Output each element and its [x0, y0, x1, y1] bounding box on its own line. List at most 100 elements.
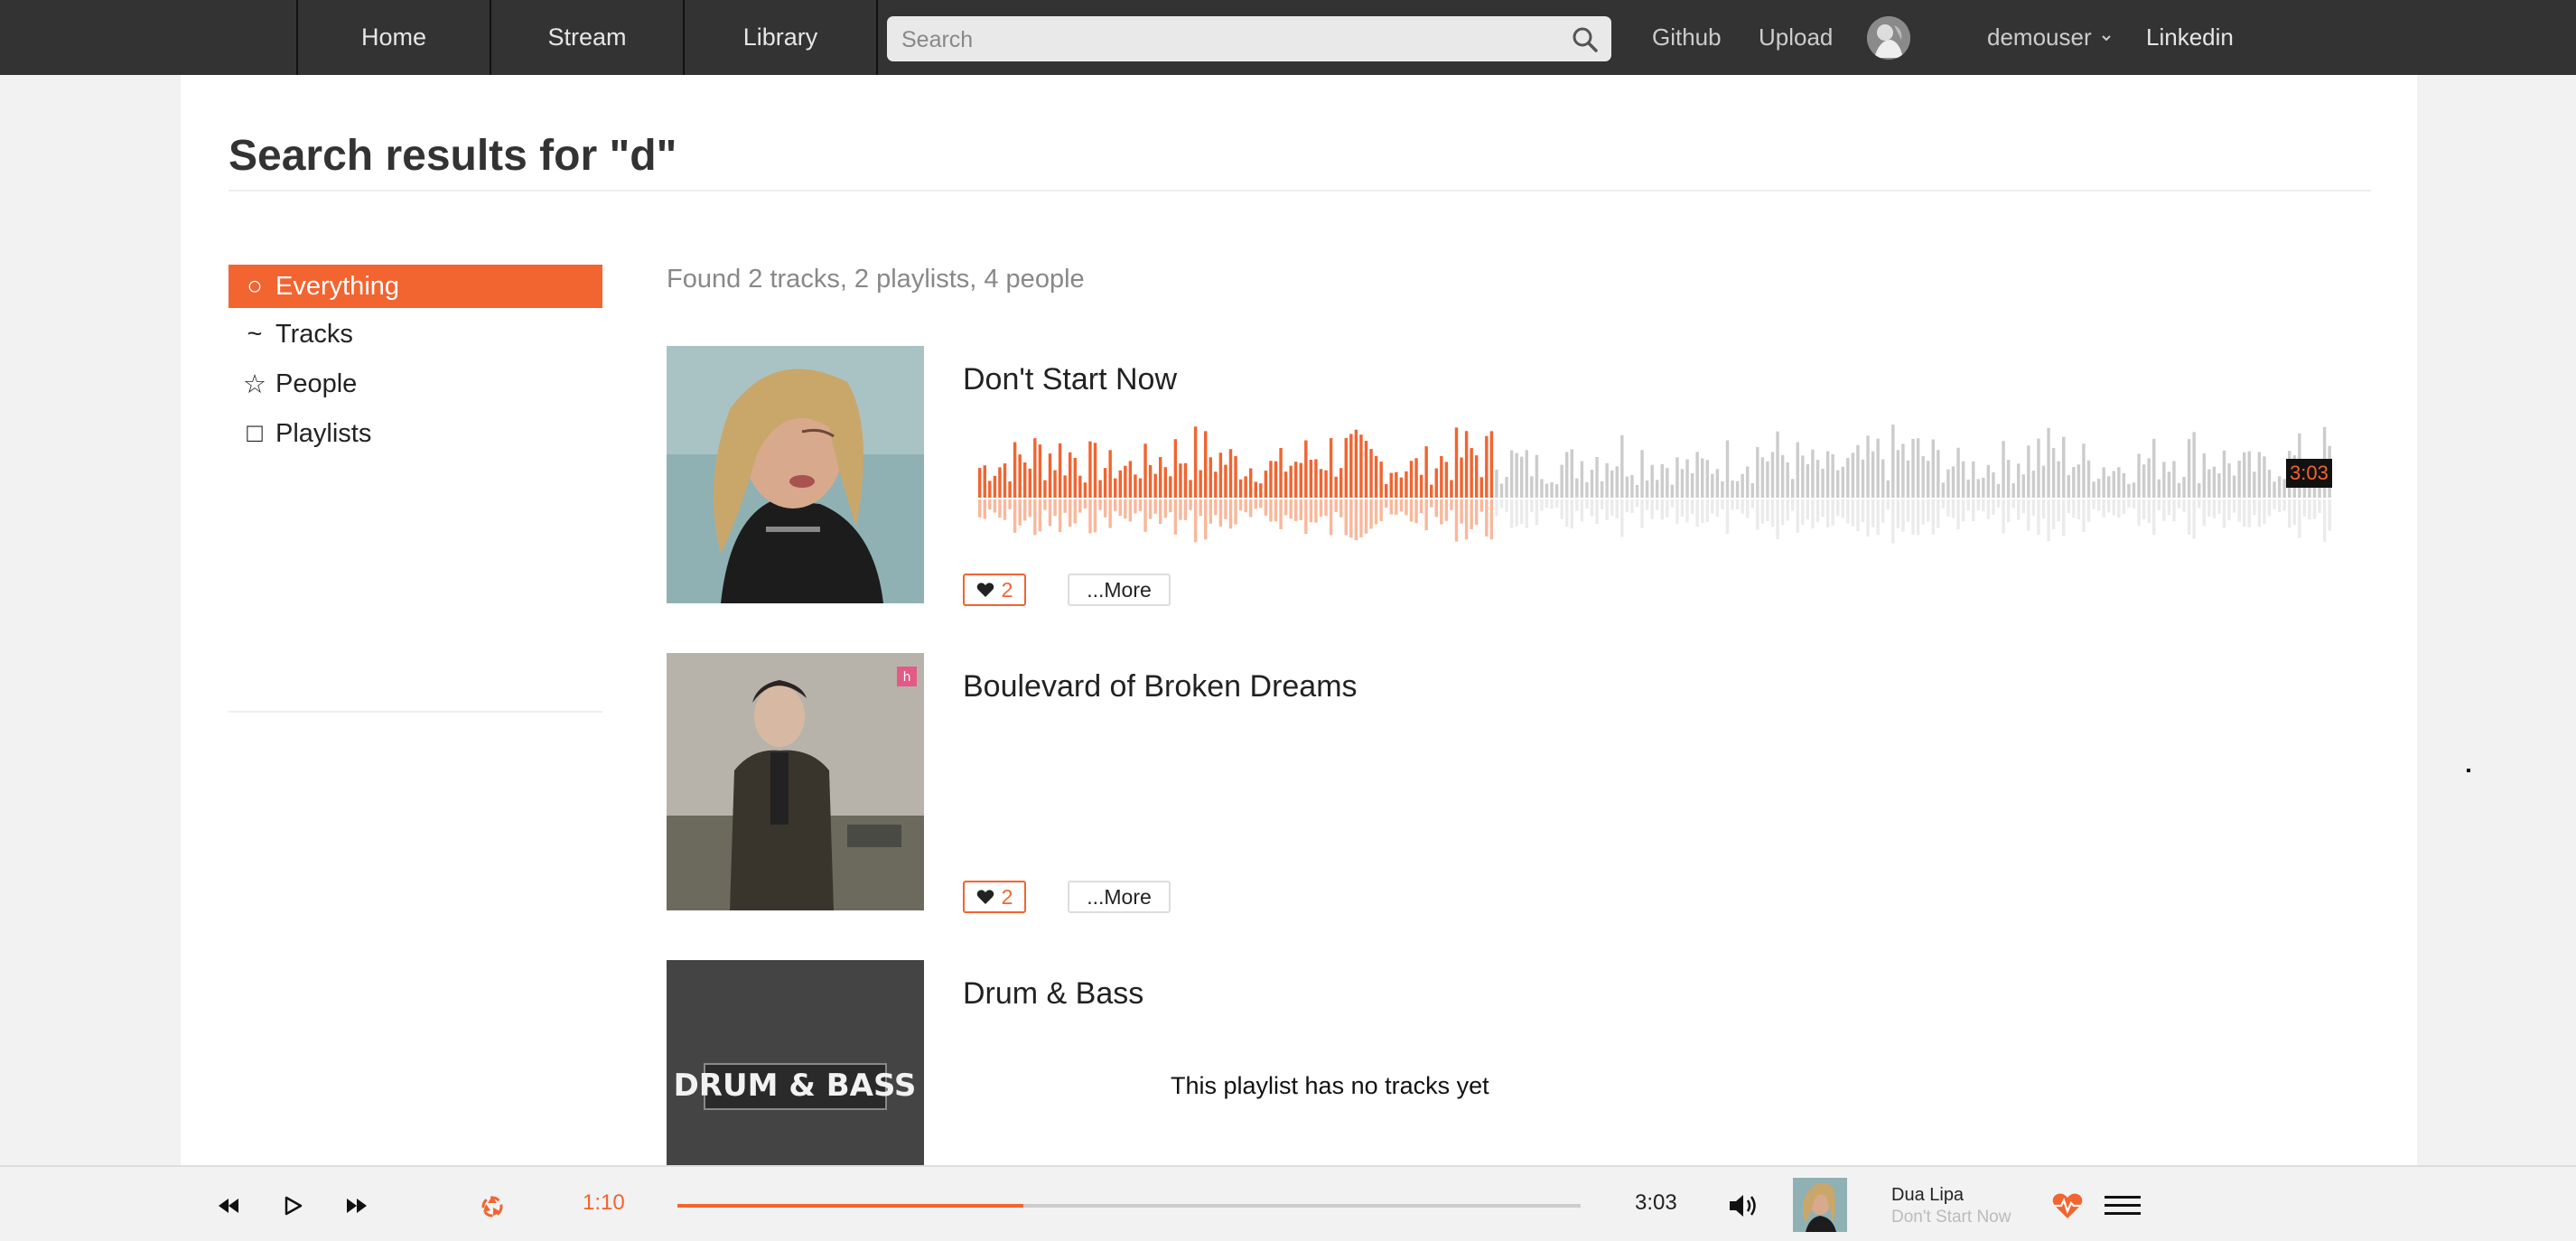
- waveform-bar: [1780, 454, 1785, 498]
- waveform-bar: [2257, 452, 2262, 498]
- waveform-bar: [1454, 427, 1459, 498]
- waveform-reflection-bar: [2273, 499, 2276, 509]
- filter-playlists[interactable]: □ Playlists: [229, 410, 602, 457]
- waveform-reflection-bar: [1866, 499, 1870, 537]
- waveform-bar: [1489, 431, 1494, 498]
- volume-icon[interactable]: [1727, 1190, 1761, 1221]
- waveform-bar: [1916, 438, 1920, 498]
- waveform-bar: [1982, 477, 1985, 498]
- waveform-reflection-bar: [1214, 499, 1218, 516]
- waveform-bar: [1163, 467, 1167, 498]
- waveform-reflection-bar: [1931, 499, 1935, 535]
- waveform-reflection-bar: [1224, 499, 1227, 519]
- waveform-reflection-bar: [1956, 499, 1960, 530]
- github-link[interactable]: Github: [1652, 0, 1722, 75]
- waveform-reflection-bar: [2147, 499, 2151, 524]
- nav-tab-home[interactable]: Home: [296, 0, 490, 75]
- waveform-reflection-bar: [1831, 499, 1834, 526]
- waveform-bar: [1635, 484, 1639, 498]
- progress-bar[interactable]: [677, 1204, 1581, 1208]
- repeat-icon[interactable]: [477, 1190, 508, 1221]
- waveform-reflection-bar: [1620, 499, 1624, 537]
- track-artwork[interactable]: [667, 346, 924, 603]
- waveform-reflection-bar: [1063, 499, 1067, 513]
- username-label: demouser: [1987, 23, 2092, 51]
- track-artwork[interactable]: h: [667, 653, 924, 910]
- waveform-bar: [1033, 438, 1037, 498]
- like-button[interactable]: 2: [963, 881, 1026, 913]
- waveform-bar: [1143, 443, 1147, 498]
- waveform-bar: [1349, 434, 1353, 498]
- heart-pulse-icon[interactable]: [2050, 1190, 2085, 1221]
- waveform-reflection-bar: [1685, 499, 1689, 523]
- waveform-bar: [1595, 456, 1599, 498]
- waveform-reflection-bar: [1489, 499, 1494, 540]
- nav-tab-library[interactable]: Library: [683, 0, 878, 75]
- waveform-bar: [1274, 461, 1278, 498]
- track-title[interactable]: Boulevard of Broken Dreams: [963, 669, 1358, 704]
- user-avatar[interactable]: [1867, 16, 1910, 60]
- waveform-bar: [1440, 456, 1443, 498]
- next-track-icon[interactable]: [341, 1190, 372, 1221]
- waveform-reflection-bar: [1976, 499, 1980, 511]
- waveform-bar: [1831, 453, 1834, 498]
- waveform-reflection-bar: [983, 499, 986, 519]
- previous-track-icon[interactable]: [213, 1190, 244, 1221]
- more-button[interactable]: ...More: [1068, 574, 1171, 606]
- waveform-reflection-bar: [1424, 499, 1428, 531]
- waveform-reflection-bar: [2011, 499, 2015, 509]
- filter-everything[interactable]: ○ Everything: [229, 265, 602, 308]
- waveform-bar: [1615, 466, 1619, 498]
- waveform-bar: [1495, 470, 1498, 498]
- waveform-bar: [1750, 482, 1754, 498]
- now-playing-artwork[interactable]: [1793, 1178, 1847, 1232]
- search-icon[interactable]: [1572, 26, 1599, 53]
- waveform-bar: [1153, 473, 1157, 498]
- waveform-reflection-bar: [1470, 499, 1473, 529]
- waveform-reflection-bar: [1590, 499, 1594, 517]
- queue-menu-icon[interactable]: [2105, 1190, 2141, 1221]
- waveform-reflection-bar: [1545, 499, 1549, 509]
- now-playing-artist[interactable]: Dua Lipa: [1891, 1185, 1964, 1206]
- waveform-bar: [1515, 453, 1518, 498]
- user-menu[interactable]: demouser: [1987, 0, 2113, 75]
- waveform-bar: [1058, 443, 1062, 498]
- linkedin-link[interactable]: Linkedin: [2146, 0, 2234, 75]
- waveform-bar: [2172, 461, 2176, 498]
- waveform-reflection-bar: [2263, 499, 2266, 525]
- waveform-reflection-bar: [2302, 499, 2307, 517]
- waveform-reflection-bar: [1540, 499, 1544, 511]
- waveform-bar: [1063, 475, 1067, 498]
- playlist-title[interactable]: Drum & Bass: [963, 976, 1143, 1012]
- waveform-bar: [1946, 469, 1950, 498]
- search-input[interactable]: [900, 16, 1535, 63]
- waveform-bar: [2167, 471, 2171, 498]
- waveform-reflection-bar: [1520, 499, 1524, 525]
- track-title[interactable]: Don't Start Now: [963, 362, 1177, 397]
- more-button[interactable]: ...More: [1068, 881, 1171, 913]
- waveform-bar: [1294, 462, 1298, 498]
- waveform-reflection-bar: [1680, 499, 1685, 518]
- play-icon[interactable]: [277, 1190, 308, 1221]
- waveform-bar: [1023, 462, 1027, 498]
- waveform-bar: [1505, 477, 1508, 498]
- waveform-bar: [2147, 458, 2151, 498]
- waveform-reflection-bar: [1058, 499, 1062, 533]
- waveform-reflection-bar: [1640, 499, 1644, 528]
- waveform-reflection-bar: [1906, 499, 1910, 522]
- waveform-reflection-bar: [1585, 499, 1589, 509]
- waveform-bar: [1138, 478, 1143, 498]
- like-button[interactable]: 2: [963, 574, 1026, 606]
- upload-link[interactable]: Upload: [1759, 0, 1833, 75]
- waveform-reflection-bar: [1189, 499, 1192, 510]
- track-waveform[interactable]: [978, 409, 2333, 581]
- nav-tab-stream[interactable]: Stream: [490, 0, 683, 75]
- waveform-reflection-bar: [1018, 499, 1022, 526]
- now-playing-title[interactable]: Don't Start Now: [1891, 1208, 2011, 1227]
- waveform-bar: [1666, 468, 1669, 498]
- filter-tracks[interactable]: ~ Tracks: [229, 311, 602, 358]
- waveform-bar: [1043, 480, 1047, 498]
- waveform-reflection-bar: [1515, 499, 1518, 527]
- waveform-bar: [1776, 431, 1779, 498]
- filter-people[interactable]: ☆ People: [229, 360, 602, 407]
